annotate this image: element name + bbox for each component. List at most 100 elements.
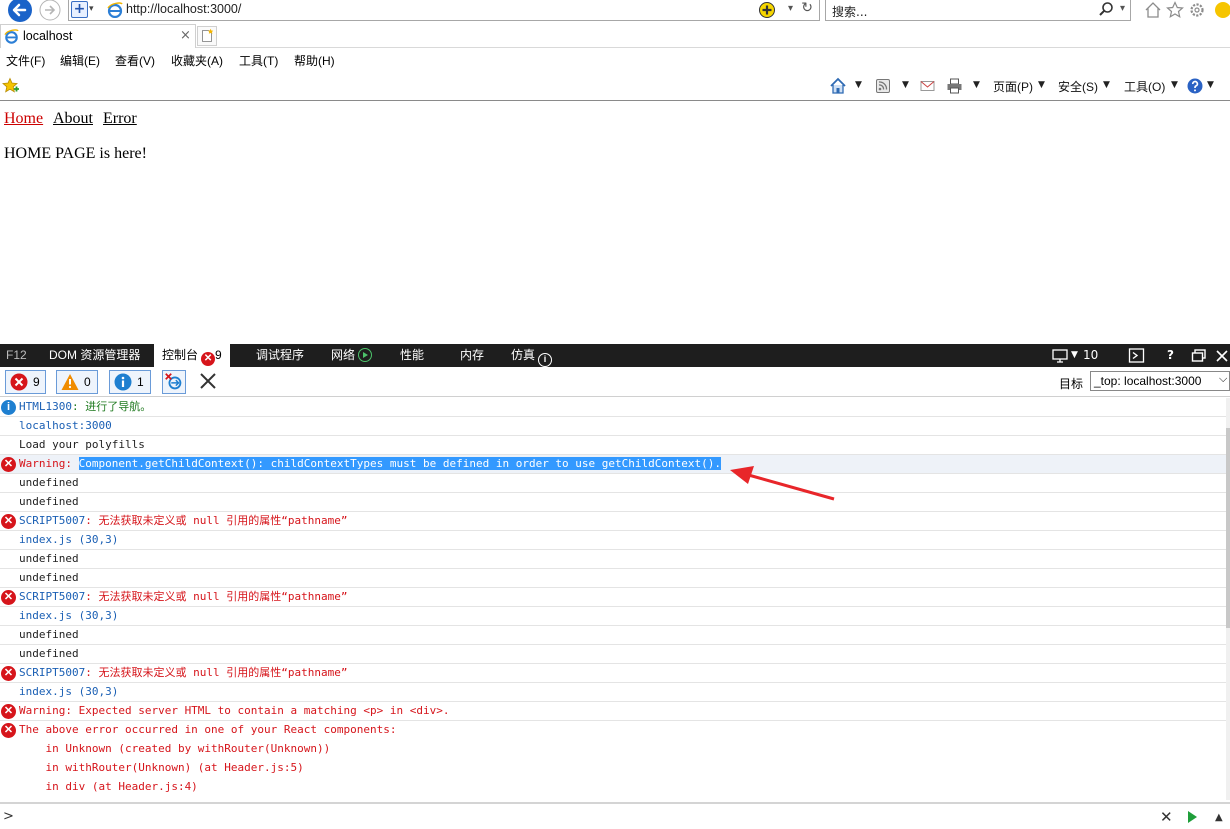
chevron-down-icon[interactable]: ⌵ xyxy=(1219,373,1227,386)
console-scrollbar[interactable] xyxy=(1226,398,1230,800)
smiley-feedback-icon[interactable] xyxy=(1208,0,1230,20)
console-prompt-icon[interactable] xyxy=(1128,344,1146,367)
menu-help[interactable]: 帮助(H) xyxy=(294,52,335,69)
console-row[interactable]: in Unknown (created by withRouter(Unknow… xyxy=(0,740,1226,759)
tab-console[interactable]: 控制台 ✕ 9 xyxy=(154,344,230,367)
expand-multiline-icon[interactable]: ▲ xyxy=(1215,812,1223,823)
address-bar[interactable]: + ▾ http://localhost:3000/ ▾ ↻ xyxy=(68,0,820,21)
console-row-text: undefined xyxy=(19,571,79,584)
console-row[interactable]: ✕ SCRIPT5007: 无法获取未定义或 null 引用的属性“pathnam… xyxy=(0,588,1226,607)
filter-warnings-button[interactable]: 0 xyxy=(56,370,98,394)
tab-emulation-label: 仿真 xyxy=(511,348,536,362)
console-row[interactable]: in div (at Header.js:4) xyxy=(0,778,1226,797)
home-icon[interactable] xyxy=(829,77,847,95)
chevron-down-icon[interactable]: ▼ xyxy=(1103,80,1110,90)
tools-menu-button[interactable]: 工具(O) xyxy=(1124,78,1165,95)
menu-edit[interactable]: 编辑(E) xyxy=(60,52,100,69)
console-row[interactable]: ✕ Warning: Expected server HTML to contai… xyxy=(0,702,1226,721)
new-tab-icon[interactable] xyxy=(197,26,217,46)
menu-tools[interactable]: 工具(T) xyxy=(239,52,278,69)
chevron-down-icon[interactable]: ▼ xyxy=(902,80,909,90)
console-row[interactable]: undefined xyxy=(0,550,1226,569)
console-row[interactable]: undefined xyxy=(0,569,1226,588)
tab-debugger[interactable]: 调试程序 xyxy=(256,344,304,367)
target-select[interactable]: _top: localhost:3000 ⌵ xyxy=(1090,371,1230,391)
console-row[interactable]: index.js (30,3) xyxy=(0,531,1226,550)
chevron-down-icon[interactable]: ▼ xyxy=(1171,80,1178,90)
rss-feed-icon[interactable] xyxy=(875,77,893,95)
gear-icon[interactable] xyxy=(1186,0,1208,20)
console-row-text: undefined xyxy=(19,495,79,508)
console-command-line[interactable]: > ✕ ▲ xyxy=(0,802,1230,829)
menu-file[interactable]: 文件(F) xyxy=(6,52,45,69)
address-dropdown-icon[interactable]: ▾ xyxy=(788,3,793,14)
search-box[interactable]: 搜索... ▾ xyxy=(825,0,1131,21)
tab-memory[interactable]: 内存 xyxy=(460,344,484,367)
close-icon[interactable] xyxy=(1214,344,1230,367)
nav-link-error[interactable]: Error xyxy=(103,110,137,128)
shield-plus-icon[interactable]: + xyxy=(71,1,88,18)
mail-icon[interactable] xyxy=(919,77,937,95)
add-favorites-star-icon[interactable] xyxy=(2,77,20,95)
filter-info-button[interactable]: 1 xyxy=(109,370,151,394)
nav-link-home[interactable]: Home xyxy=(4,110,43,128)
safety-menu-button[interactable]: 安全(S) xyxy=(1058,78,1098,95)
console-row[interactable]: i HTML1300: 进行了导航。 xyxy=(0,398,1226,417)
chevron-down-icon[interactable]: ▼ xyxy=(973,80,980,90)
console-row[interactable]: index.js (30,3) xyxy=(0,683,1226,702)
nav-link-about[interactable]: About xyxy=(53,110,93,128)
console-row-text: undefined xyxy=(19,552,79,565)
help-icon[interactable] xyxy=(1187,77,1205,95)
compatibility-view-icon[interactable] xyxy=(759,2,775,18)
close-tab-icon[interactable]: × xyxy=(180,28,191,43)
console-row[interactable]: ✕ SCRIPT5007: 无法获取未定义或 null 引用的属性“pathnam… xyxy=(0,512,1226,531)
page-menu-button[interactable]: 页面(P) xyxy=(993,78,1033,95)
console-row[interactable]: ✕ SCRIPT5007: 无法获取未定义或 null 引用的属性“pathnam… xyxy=(0,664,1226,683)
console-row[interactable]: index.js (30,3) xyxy=(0,607,1226,626)
search-input[interactable]: 搜索... xyxy=(832,3,867,20)
console-row[interactable]: in withRouter(Unknown) (at Header.js:5) xyxy=(0,759,1226,778)
chevron-down-icon[interactable]: ▼ xyxy=(1038,80,1045,90)
favorites-star-icon[interactable] xyxy=(1164,0,1186,20)
document-mode-value[interactable]: 10 xyxy=(1083,344,1098,367)
info-icon xyxy=(114,373,132,391)
search-icon[interactable] xyxy=(1098,1,1114,17)
undock-icon[interactable] xyxy=(1191,344,1207,367)
help-button[interactable]: ? xyxy=(1167,344,1174,367)
chevron-down-icon[interactable]: ▼ xyxy=(855,80,862,90)
console-row-text: localhost:3000 xyxy=(19,419,112,432)
print-icon[interactable] xyxy=(946,77,964,95)
menu-view[interactable]: 查看(V) xyxy=(115,52,155,69)
console-output[interactable]: i HTML1300: 进行了导航。 localhost:3000 Load your… xyxy=(0,398,1226,800)
forward-arrow-icon[interactable] xyxy=(36,0,64,22)
chevron-down-icon[interactable]: ▼ xyxy=(1071,344,1078,367)
console-row[interactable]: undefined xyxy=(0,493,1226,512)
monitor-icon[interactable] xyxy=(1052,344,1070,367)
tab-performance[interactable]: 性能 xyxy=(400,344,424,367)
console-row[interactable]: Load your polyfills xyxy=(0,436,1226,455)
console-row[interactable]: undefined xyxy=(0,474,1226,493)
console-row[interactable]: localhost:3000 xyxy=(0,417,1226,436)
back-arrow-icon[interactable] xyxy=(3,0,33,22)
run-icon[interactable] xyxy=(1188,811,1197,823)
tab-network[interactable]: 网络 xyxy=(331,344,373,367)
url-text[interactable]: http://localhost:3000/ xyxy=(126,2,241,16)
console-row[interactable]: undefined xyxy=(0,626,1226,645)
scrollbar-thumb[interactable] xyxy=(1226,428,1230,628)
chevron-down-icon[interactable]: ▾ xyxy=(89,4,94,14)
tab-localhost[interactable]: localhost × xyxy=(0,24,196,48)
clear-console-icon[interactable] xyxy=(197,370,219,392)
tab-emulation[interactable]: 仿真 i xyxy=(511,344,553,367)
tab-dom-explorer[interactable]: DOM 资源管理器 xyxy=(49,344,140,367)
menu-favorites[interactable]: 收藏夹(A) xyxy=(171,52,223,69)
home-icon[interactable] xyxy=(1142,0,1164,20)
clear-on-navigate-icon[interactable] xyxy=(162,370,186,394)
console-row[interactable]: undefined xyxy=(0,645,1226,664)
filter-errors-button[interactable]: 9 xyxy=(5,370,46,394)
clear-input-icon[interactable]: ✕ xyxy=(1160,808,1173,826)
search-dropdown-icon[interactable]: ▾ xyxy=(1120,3,1125,14)
console-row[interactable]: ✕ Warning: Component.getChildContext(): c… xyxy=(0,455,1226,474)
refresh-icon[interactable]: ↻ xyxy=(801,0,813,16)
console-row[interactable]: ✕ The above error occurred in one of your… xyxy=(0,721,1226,740)
chevron-down-icon[interactable]: ▼ xyxy=(1207,80,1214,90)
